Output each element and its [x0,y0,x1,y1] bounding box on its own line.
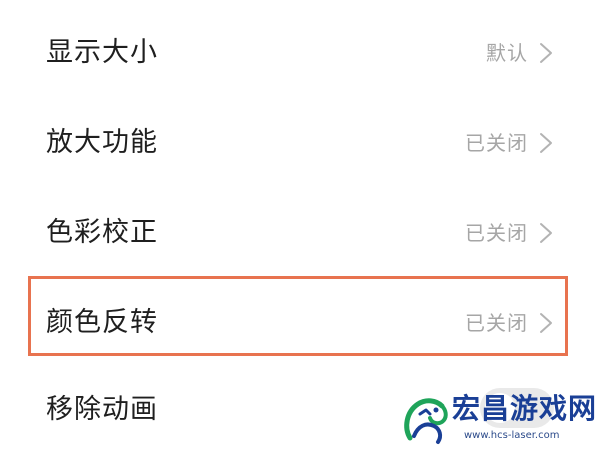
settings-list: 显示大小 默认 放大功能 已关闭 色彩校正 已关闭 颜色反转 已关闭 移除动画 [0,0,600,450]
chevron-right-icon [540,43,552,63]
chevron-right-icon [540,133,552,153]
chevron-right-icon [540,223,552,243]
watermark-url: www.hcs-laser.com [464,430,560,441]
watermark-brand-name: 宏昌游戏网 [452,392,598,425]
setting-value: 已关闭 [465,221,528,245]
setting-label: 色彩校正 [46,217,158,248]
chevron-right-icon [540,313,552,333]
setting-row-display-size[interactable]: 显示大小 默认 [0,8,600,98]
setting-value: 默认 [486,41,528,65]
setting-value: 已关闭 [465,131,528,155]
setting-row-color-correction[interactable]: 色彩校正 已关闭 [0,188,600,278]
watermark: 宏昌游戏网 www.hcs-laser.com [400,390,596,448]
setting-label: 颜色反转 [46,307,158,338]
setting-label: 显示大小 [46,37,158,68]
setting-label: 移除动画 [46,394,158,425]
setting-value: 已关闭 [465,311,528,335]
setting-label: 放大功能 [46,127,158,158]
dragon-logo-icon [404,398,448,444]
setting-row-color-inversion[interactable]: 颜色反转 已关闭 [0,278,600,368]
setting-row-magnification[interactable]: 放大功能 已关闭 [0,98,600,188]
